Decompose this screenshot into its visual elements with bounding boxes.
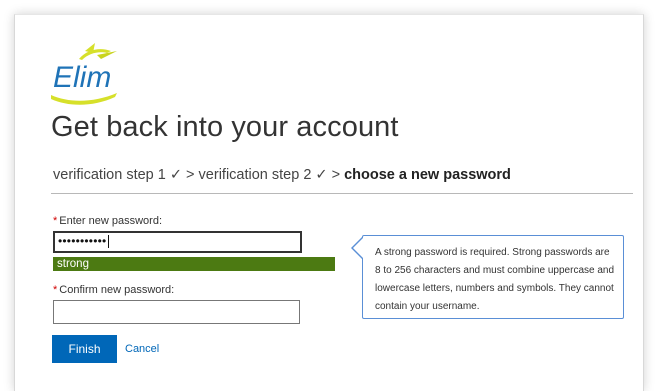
new-password-label-text: Enter new password: [59,215,162,227]
breadcrumb-current-step: choose a new password [344,167,511,183]
divider [51,193,633,194]
confirm-password-label-text: Confirm new password: [59,284,175,296]
finish-button[interactable]: Finish [52,335,117,363]
logo-wordmark: Elim [53,61,111,94]
password-requirements-tooltip: A strong password is required. Strong pa… [362,235,624,319]
page-title: Get back into your account [51,111,399,143]
tooltip-arrow-fill [353,238,363,258]
new-password-masked-value: ••••••••••• [58,234,107,248]
text-caret [108,235,109,248]
breadcrumb-step-1: verification step 1 ✓ [53,167,183,183]
password-strength-meter: strong [53,257,335,271]
breadcrumb-step-2: verification step 2 ✓ [198,167,328,183]
breadcrumb: verification step 1 ✓ > verification ste… [53,167,511,183]
elim-logo: Elim [49,41,139,107]
confirm-password-input[interactable] [53,300,300,324]
required-marker: * [53,284,58,296]
required-marker: * [53,215,58,227]
tooltip-text: A strong password is required. Strong pa… [375,247,615,312]
cancel-link[interactable]: Cancel [125,343,159,355]
breadcrumb-separator: > [182,167,199,183]
breadcrumb-separator: > [327,167,345,183]
confirm-password-label: * Confirm new password: [53,284,174,296]
new-password-label: * Enter new password: [53,215,162,227]
reset-password-panel: Elim Get back into your account verifica… [14,14,644,391]
